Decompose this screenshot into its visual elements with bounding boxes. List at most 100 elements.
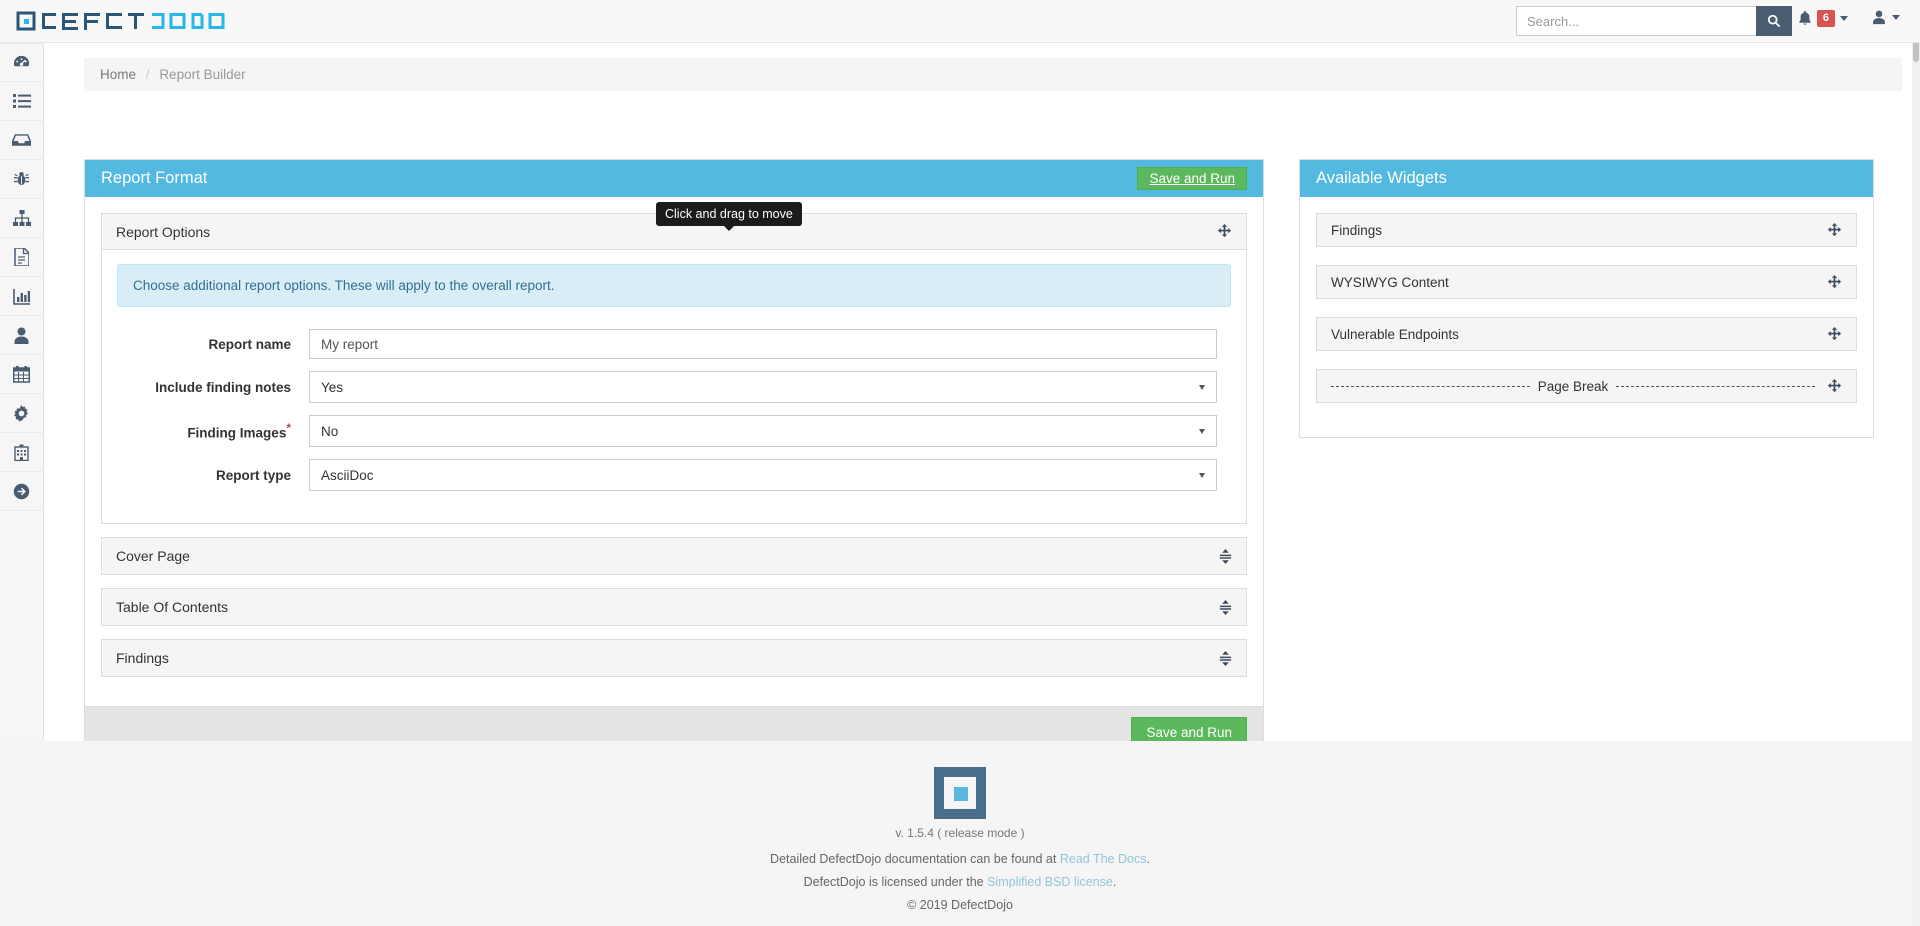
move-handle-icon[interactable]: [1827, 326, 1842, 342]
required-marker: *: [286, 421, 291, 436]
include-finding-notes-select[interactable]: Yes: [309, 371, 1217, 403]
main-content: Home / Report Builder Report Format Save…: [44, 43, 1920, 741]
dashboard-icon: [13, 55, 30, 67]
table-of-contents-section: Table Of Contents: [101, 588, 1247, 626]
widget-findings[interactable]: Findings: [1316, 213, 1857, 247]
section-title: Table Of Contents: [116, 599, 229, 615]
field-row-report-type: Report type AsciiDoc: [117, 459, 1231, 491]
left-sidebar: [0, 43, 44, 741]
dashed-line-right: [1616, 385, 1816, 387]
arrow-circle-right-icon: [13, 483, 30, 499]
inbox-icon: [12, 134, 31, 146]
sidebar-item-logout[interactable]: [0, 472, 43, 511]
report-options-section: Report Options Choose additional report …: [101, 213, 1247, 524]
page-scrollbar[interactable]: [1912, 0, 1920, 926]
widget-wysiwyg-content[interactable]: WYSIWYG Content: [1316, 265, 1857, 299]
field-label: Report name: [208, 336, 291, 352]
footer-logo-mark: [0, 765, 1920, 822]
report-format-footer: Save and Run: [85, 706, 1263, 741]
bsd-license-link[interactable]: Simplified BSD license: [987, 875, 1113, 889]
search-input[interactable]: [1516, 6, 1756, 36]
findings-section: Findings: [101, 639, 1247, 677]
sidebar-item-configuration[interactable]: [0, 394, 43, 433]
footer-license-line: DefectDojo is licensed under the Simplif…: [0, 875, 1920, 889]
chevron-down-icon: [1199, 384, 1205, 390]
app-version: v. 1.5.4 ( release mode ): [895, 826, 1025, 840]
breadcrumb-current: Report Builder: [159, 67, 246, 82]
field-label: Include finding notes: [155, 379, 291, 395]
field-row-finding-images: Finding Images* No: [117, 415, 1231, 447]
sidebar-item-engagements[interactable]: [0, 121, 43, 160]
sidebar-item-endpoints[interactable]: [0, 199, 43, 238]
sort-handle-icon[interactable]: [1219, 548, 1232, 564]
widget-label: Page Break: [1537, 378, 1609, 394]
sidebar-item-product-types[interactable]: [0, 433, 43, 472]
read-the-docs-link[interactable]: Read The Docs: [1060, 852, 1147, 866]
widget-vulnerable-endpoints[interactable]: Vulnerable Endpoints: [1316, 317, 1857, 351]
findings-header[interactable]: Findings: [102, 640, 1246, 676]
defectdojo-logo[interactable]: [16, 7, 226, 35]
dashed-line-left: [1331, 385, 1530, 387]
widget-label: Vulnerable Endpoints: [1331, 326, 1459, 342]
breadcrumb: Home / Report Builder: [84, 58, 1902, 91]
move-handle-icon[interactable]: [1827, 378, 1842, 394]
field-label: Finding Images*: [117, 421, 309, 441]
sidebar-item-dashboard[interactable]: [0, 43, 43, 82]
report-format-body: Report Options Choose additional report …: [85, 197, 1263, 706]
global-search: [1516, 6, 1792, 36]
table-of-contents-header[interactable]: Table Of Contents: [102, 589, 1246, 625]
user-menu[interactable]: [1872, 10, 1900, 25]
breadcrumb-separator: /: [145, 67, 150, 82]
sitemap-icon: [12, 209, 31, 226]
section-title: Cover Page: [116, 548, 190, 564]
footer-docs-prefix: Detailed DefectDojo documentation can be…: [770, 852, 1060, 866]
widget-page-break[interactable]: Page Break: [1316, 369, 1857, 403]
cover-page-header[interactable]: Cover Page: [102, 538, 1246, 574]
notification-badge: 6: [1816, 10, 1835, 28]
move-handle-icon[interactable]: [1827, 274, 1842, 290]
sidebar-item-metrics[interactable]: [0, 277, 43, 316]
sort-handle-icon[interactable]: [1219, 599, 1232, 615]
search-icon: [1767, 14, 1781, 28]
file-text-icon: [14, 248, 29, 266]
move-handle-icon[interactable]: [1827, 222, 1842, 238]
sidebar-item-reports[interactable]: [0, 238, 43, 277]
report-name-input[interactable]: [309, 329, 1217, 359]
search-button[interactable]: [1756, 6, 1792, 36]
user-icon: [14, 327, 29, 344]
chevron-down-icon: [1840, 16, 1848, 22]
footer-copyright: © 2019 DefectDojo: [907, 898, 1013, 912]
bell-icon: [1799, 11, 1811, 25]
finding-images-select[interactable]: No: [309, 415, 1217, 447]
sidebar-item-users[interactable]: [0, 316, 43, 355]
user-icon: [1873, 10, 1885, 25]
select-value: Yes: [321, 379, 344, 395]
field-control: [309, 329, 1231, 359]
report-type-select[interactable]: AsciiDoc: [309, 459, 1217, 491]
chevron-down-icon: [1892, 15, 1900, 20]
cover-page-section: Cover Page: [101, 537, 1247, 575]
notifications-menu[interactable]: 6: [1798, 10, 1848, 28]
save-and-run-header-button[interactable]: Save and Run: [1137, 167, 1247, 190]
report-options-body: Choose additional report options. These …: [102, 250, 1246, 523]
save-and-run-button[interactable]: Save and Run: [1131, 717, 1247, 741]
panel-title: Available Widgets: [1316, 169, 1447, 187]
available-widgets-header: Available Widgets: [1300, 160, 1873, 197]
top-navbar: 6: [0, 0, 1920, 43]
gear-icon: [14, 404, 29, 422]
page-break-content: Page Break: [1331, 378, 1816, 394]
move-handle-icon[interactable]: [1217, 224, 1232, 239]
footer-license-prefix: DefectDojo is licensed under the: [803, 875, 988, 889]
calendar-icon: [13, 365, 30, 383]
sidebar-item-products[interactable]: [0, 160, 43, 199]
sidebar-item-calendar[interactable]: [0, 355, 43, 394]
breadcrumb-home[interactable]: Home: [100, 67, 136, 82]
page-footer: v. 1.5.4 ( release mode ) Detailed Defec…: [0, 741, 1920, 926]
drag-tooltip: Click and drag to move: [656, 202, 802, 231]
field-control: AsciiDoc: [309, 459, 1231, 491]
list-icon: [12, 94, 31, 108]
sort-handle-icon[interactable]: [1219, 650, 1232, 666]
select-value: No: [321, 423, 339, 439]
report-options-alert: Choose additional report options. These …: [117, 264, 1231, 307]
sidebar-item-findings[interactable]: [0, 82, 43, 121]
